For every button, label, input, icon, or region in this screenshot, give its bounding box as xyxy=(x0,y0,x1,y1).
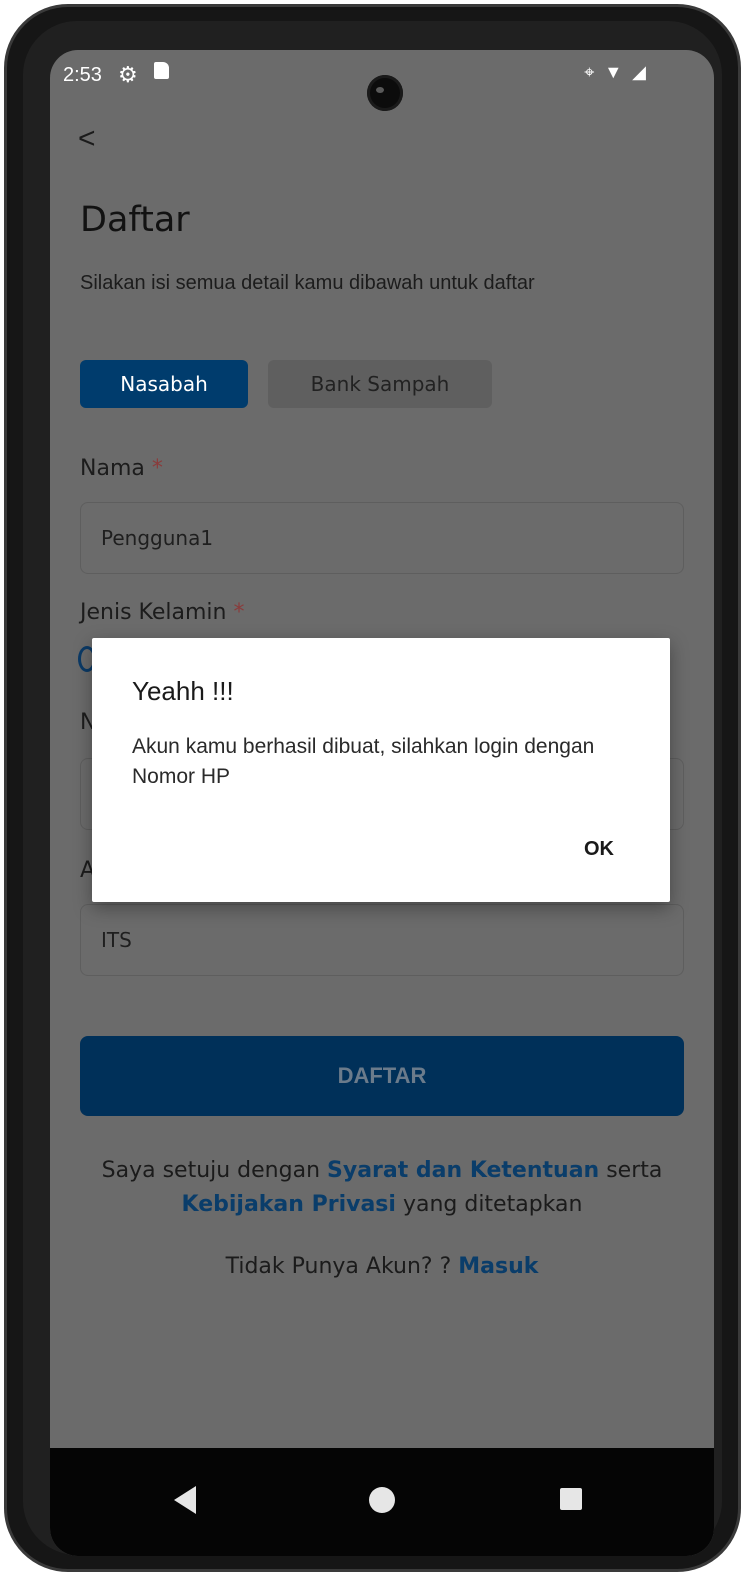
terms-prefix: Saya setuju dengan xyxy=(101,1158,328,1183)
name-input-value: Pengguna1 xyxy=(101,526,214,550)
front-camera xyxy=(367,75,403,111)
terms-link[interactable]: Syarat dan Ketentuan xyxy=(327,1158,599,1183)
name-input[interactable]: Pengguna1 xyxy=(80,502,684,574)
wifi-icon: ▼ xyxy=(604,62,623,82)
terms-suffix: yang ditetapkan xyxy=(395,1192,583,1217)
terms-middle: serta xyxy=(599,1158,663,1183)
dialog-title: Yeahh !!! xyxy=(132,676,234,706)
login-link[interactable]: Masuk xyxy=(458,1254,538,1279)
signal-icon: ◢ xyxy=(632,62,646,82)
name-label: Nama * xyxy=(80,456,163,481)
address-input-value: ITS xyxy=(101,928,132,952)
privacy-link[interactable]: Kebijakan Privasi xyxy=(182,1192,396,1217)
daftar-button[interactable]: DAFTAR xyxy=(80,1036,684,1116)
nav-back-icon[interactable] xyxy=(174,1486,196,1514)
dialog-ok-button[interactable]: OK xyxy=(584,838,614,861)
login-prompt-text: Tidak Punya Akun? ? xyxy=(225,1254,459,1279)
name-label-text: Nama xyxy=(80,456,145,481)
gender-label: Jenis Kelamin * xyxy=(80,600,244,625)
location-pin-icon: ⌖ xyxy=(584,62,595,82)
status-icons-right: ⌖ ▼ ◢ xyxy=(584,62,646,83)
system-nav-bar xyxy=(50,1448,714,1556)
settings-gear-icon: ⚙ xyxy=(118,62,138,87)
app-screen: 2:53 ⚙ ⌖ ▼ ◢ < Daftar Silakan isi semua … xyxy=(50,50,714,1556)
sd-card-icon xyxy=(154,62,169,79)
required-mark: * xyxy=(151,456,163,481)
nav-recents-icon[interactable] xyxy=(560,1488,582,1510)
status-time: 2:53 xyxy=(63,64,102,86)
required-mark: * xyxy=(233,600,245,625)
tab-bank-sampah[interactable]: Bank Sampah xyxy=(268,360,492,408)
tab-nasabah[interactable]: Nasabah xyxy=(80,360,248,408)
dialog-message: Akun kamu berhasil dibuat, silahkan logi… xyxy=(132,735,595,788)
gender-label-text: Jenis Kelamin xyxy=(80,600,227,625)
success-dialog: Yeahh !!! Akun kamu berhasil dibuat, sil… xyxy=(92,638,670,902)
back-arrow-icon[interactable]: < xyxy=(78,122,96,156)
nav-home-icon[interactable] xyxy=(369,1487,395,1513)
login-prompt: Tidak Punya Akun? ? Masuk xyxy=(50,1254,714,1279)
terms-text: Saya setuju dengan Syarat dan Ketentuan … xyxy=(70,1154,694,1222)
page-title: Daftar xyxy=(80,200,190,240)
page-subtitle: Silakan isi semua detail kamu dibawah un… xyxy=(80,272,535,294)
address-input[interactable]: ITS xyxy=(80,904,684,976)
